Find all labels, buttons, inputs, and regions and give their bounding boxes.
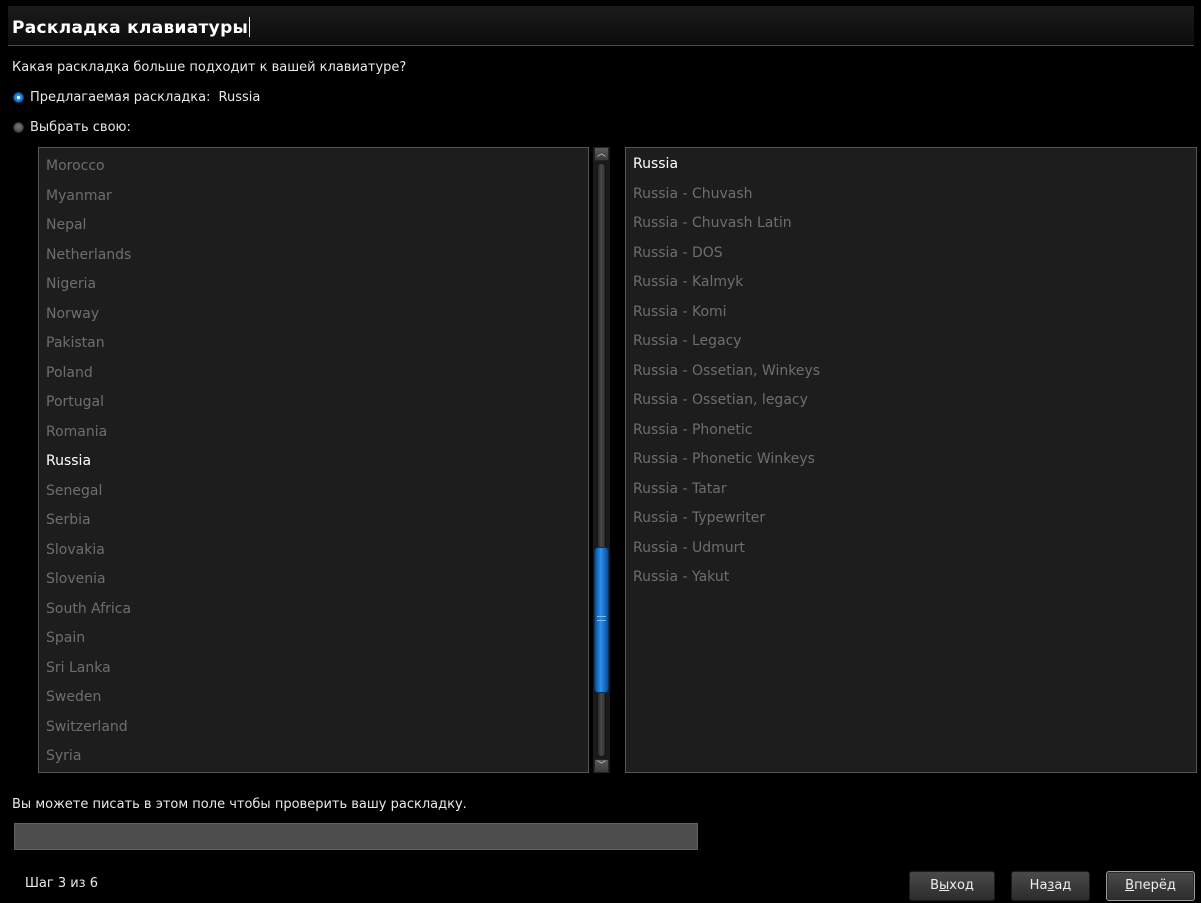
country-list-item[interactable]: Pakistan	[39, 329, 588, 359]
country-list-item[interactable]: Norway	[39, 300, 588, 330]
variant-list-item[interactable]: Russia - Tatar	[626, 475, 1196, 505]
country-list-item[interactable]: Russia	[39, 447, 588, 477]
variant-list-item[interactable]: Russia - Legacy	[626, 327, 1196, 357]
scroll-thumb-grip	[597, 616, 606, 621]
scroll-thumb[interactable]	[594, 547, 609, 693]
back-button[interactable]: Назад	[1011, 871, 1090, 901]
exit-button[interactable]: Выход	[909, 871, 995, 901]
variant-list-item[interactable]: Russia - Yakut	[626, 563, 1196, 593]
country-list-item[interactable]: South Africa	[39, 595, 588, 625]
variant-list-item[interactable]: Russia - Udmurt	[626, 534, 1196, 564]
variant-list[interactable]: Russia Russia - Chuvash Russia - Chuvash L…	[625, 147, 1197, 773]
country-list-item[interactable]: Switzerland	[39, 713, 588, 743]
test-field-label: Вы можете писать в этом поле чтобы прове…	[12, 797, 467, 812]
country-list-item[interactable]: Spain	[39, 624, 588, 654]
variant-list-item[interactable]: Russia - DOS	[626, 239, 1196, 269]
next-mnemonic: В	[1125, 878, 1135, 893]
country-list-item[interactable]: Sweden	[39, 683, 588, 713]
country-list-item[interactable]: Serbia	[39, 506, 588, 536]
custom-layout-label: Выбрать свою:	[30, 119, 131, 135]
suggested-layout-label: Предлагаемая раскладка:	[30, 89, 211, 105]
variant-list-item[interactable]: Russia - Ossetian, legacy	[626, 386, 1196, 416]
variant-list-item[interactable]: Russia - Phonetic	[626, 416, 1196, 446]
variant-list-item[interactable]: Russia - Ossetian, Winkeys	[626, 357, 1196, 387]
country-list-item[interactable]: Nigeria	[39, 270, 588, 300]
layout-question: Какая раскладка больше подходит к вашей …	[12, 60, 407, 75]
custom-layout-option[interactable]: Выбрать свою:	[13, 118, 131, 136]
radio-checked-icon[interactable]	[13, 91, 24, 103]
test-input[interactable]	[14, 823, 698, 850]
country-list-item[interactable]: Nepal	[39, 211, 588, 241]
country-list-item[interactable]: Poland	[39, 359, 588, 389]
exit-mnemonic: ы	[939, 878, 950, 893]
suggested-layout-value: Russia	[218, 89, 261, 105]
country-list-item[interactable]: Slovakia	[39, 536, 588, 566]
country-list[interactable]: Morocco Myanmar Nepal Netherlands Nigeria Nor…	[38, 147, 589, 773]
variant-list-item[interactable]: Russia - Typewriter	[626, 504, 1196, 534]
country-list-item[interactable]: Portugal	[39, 388, 588, 418]
country-list-scrollbar[interactable]: ︿ ﹀	[593, 147, 610, 773]
country-list-item[interactable]: Sri Lanka	[39, 654, 588, 684]
variant-list-item[interactable]: Russia - Phonetic Winkeys	[626, 445, 1196, 475]
country-list-item[interactable]: Netherlands	[39, 241, 588, 271]
variant-list-item[interactable]: Russia - Chuvash Latin	[626, 209, 1196, 239]
suggested-layout-option[interactable]: Предлагаемая раскладка: Russia	[13, 88, 260, 106]
step-indicator: Шаг 3 из 6	[25, 876, 98, 891]
next-button[interactable]: Вперёд	[1106, 871, 1195, 901]
scroll-up-arrow-icon[interactable]: ︿	[594, 147, 609, 161]
country-list-item[interactable]: Romania	[39, 418, 588, 448]
variant-list-item[interactable]: Russia - Komi	[626, 298, 1196, 328]
variant-list-item[interactable]: Russia - Chuvash	[626, 180, 1196, 210]
country-list-item[interactable]: Myanmar	[39, 182, 588, 212]
scroll-down-arrow-icon[interactable]: ﹀	[594, 759, 609, 773]
title-bar: Раскладка клавиатуры	[8, 6, 1194, 46]
text-cursor	[249, 17, 251, 37]
country-list-item[interactable]: Senegal	[39, 477, 588, 507]
country-list-item[interactable]: Morocco	[39, 152, 588, 182]
country-list-items: Morocco Myanmar Nepal Netherlands Nigeria Nor…	[39, 152, 588, 772]
country-list-item[interactable]: Slovenia	[39, 565, 588, 595]
page-title: Раскладка клавиатуры	[12, 17, 251, 38]
variant-list-item[interactable]: Russia	[626, 150, 1196, 180]
variant-list-item[interactable]: Russia - Kalmyk	[626, 268, 1196, 298]
variant-list-items: Russia Russia - Chuvash Russia - Chuvash L…	[626, 150, 1196, 593]
radio-unchecked-icon[interactable]	[13, 121, 24, 133]
country-list-item[interactable]: Syria	[39, 742, 588, 772]
